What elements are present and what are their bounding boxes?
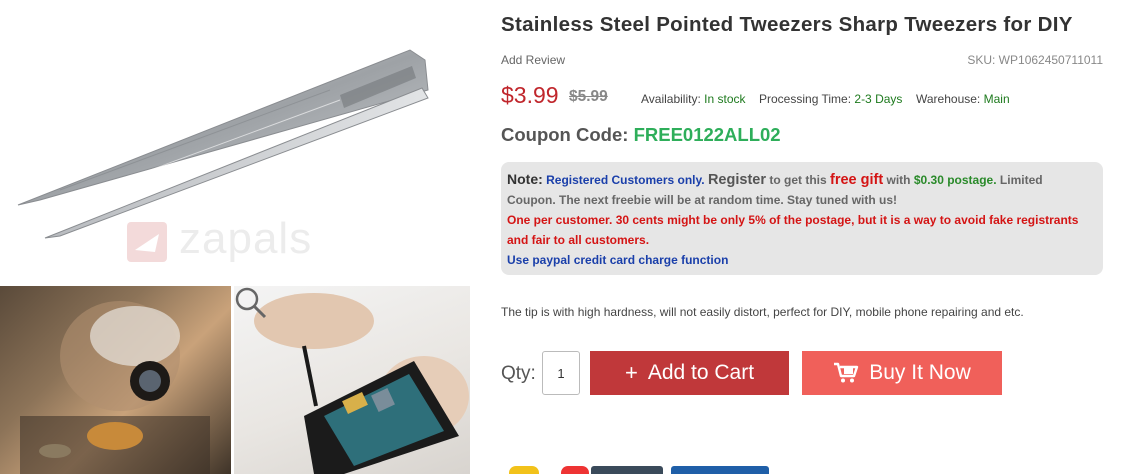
coupon-value[interactable]: FREE0122ALL02: [634, 124, 781, 145]
availability-value: In stock: [704, 92, 746, 106]
badge-dark: [591, 466, 663, 474]
zapals-logo-icon: [127, 222, 167, 262]
zoom-icon[interactable]: [234, 286, 268, 320]
badge-red: [561, 466, 589, 474]
note-label: Note:: [507, 171, 543, 187]
note-line-2: Coupon. The next freebie will be at rand…: [507, 193, 898, 207]
badge-blue: [671, 466, 769, 474]
main-product-image[interactable]: zapals: [0, 0, 470, 284]
price-row: $3.99 $5.99 Availability: In stock Proce…: [501, 82, 1105, 112]
note-line-3: One per customer. 30 cents might be only…: [507, 213, 1079, 227]
qty-label: Qty:: [501, 363, 536, 384]
product-gallery: zapals: [0, 0, 470, 474]
watchmaker-thumbnail[interactable]: [0, 286, 231, 474]
processing-time: Processing Time: 2-3 Days: [759, 92, 902, 106]
note-with: with: [886, 173, 911, 187]
payment-badges: [501, 466, 1105, 474]
product-title: Stainless Steel Pointed Tweezers Sharp T…: [501, 13, 1073, 36]
watermark-text: zapals: [179, 214, 313, 263]
availability: Availability: In stock: [641, 92, 746, 106]
add-review-link[interactable]: Add Review: [501, 53, 565, 67]
product-info: Stainless Steel Pointed Tweezers Sharp T…: [501, 0, 1105, 474]
phone-repair-thumbnail[interactable]: [234, 286, 470, 474]
processing-label: Processing Time:: [759, 92, 852, 106]
availability-label: Availability:: [641, 92, 701, 106]
add-to-cart-label: Add to Cart: [647, 361, 755, 384]
product-description: The tip is with high hardness, will not …: [501, 305, 1024, 319]
processing-value: 2-3 Days: [854, 92, 903, 106]
plus-icon: +: [624, 360, 638, 385]
current-price: $3.99: [501, 82, 559, 108]
coupon-label: Coupon Code:: [501, 124, 629, 145]
register-link[interactable]: Register: [708, 172, 766, 188]
warehouse-label: Warehouse:: [916, 92, 981, 106]
buy-now-label: Buy It Now: [869, 361, 971, 384]
cart-icon: [834, 362, 859, 383]
original-price: $5.99: [569, 88, 608, 105]
note-registered: Registered Customers only.: [546, 173, 705, 187]
warehouse: Warehouse: Main: [916, 92, 1010, 106]
note-postage: $0.30 postage.: [913, 173, 997, 187]
phone-repair-photo: [254, 293, 469, 474]
buy-now-button[interactable]: Buy It Now: [802, 351, 1002, 395]
sku-label: SKU: WP1062450711011: [967, 53, 1103, 67]
note-line-4: and fair to all customers.: [507, 233, 650, 247]
note-box: Note: Registered Customers only. Registe…: [501, 162, 1103, 275]
note-limited: Limited: [999, 173, 1043, 187]
qty-input[interactable]: [542, 351, 580, 395]
purchase-row: Qty: + Add to Cart Buy It Now: [501, 350, 1105, 396]
add-to-cart-button[interactable]: + Add to Cart: [590, 351, 789, 395]
watermark-logo: zapals: [125, 214, 345, 266]
note-to-get: to get this: [769, 173, 827, 187]
coupon-code: Coupon Code: FREE0122ALL02: [501, 124, 781, 146]
badge-gold: [509, 466, 539, 474]
paypal-link[interactable]: Use paypal credit card charge function: [507, 253, 728, 267]
watchmaker-photo: [20, 301, 210, 474]
note-free-gift: free gift: [830, 172, 884, 188]
note-line-1: Note: Registered Customers only. Registe…: [507, 169, 1097, 190]
warehouse-value: Main: [983, 92, 1010, 106]
